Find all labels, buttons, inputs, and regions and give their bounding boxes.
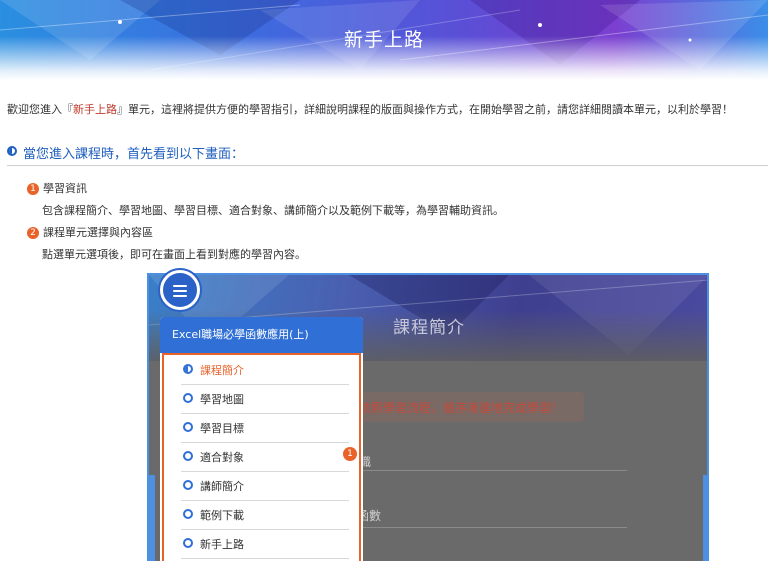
item-title: 學習資訊 bbox=[43, 182, 87, 195]
radio-icon bbox=[183, 509, 193, 519]
menu-item-label: 適合對象 bbox=[200, 451, 244, 464]
side-strip bbox=[149, 475, 155, 561]
menu-item-learning-goals[interactable]: 學習目標 bbox=[181, 413, 349, 443]
course-menu-list: 課程簡介 學習地圖 學習目標 適合對象 講師簡介 範例下載 新手上路 bbox=[162, 353, 361, 561]
section-heading-text: 當您進入課程時，首先看到以下畫面： bbox=[23, 147, 245, 162]
menu-item-downloads[interactable]: 範例下載 bbox=[181, 500, 349, 530]
radio-icon bbox=[183, 480, 193, 490]
menu-item-getting-started[interactable]: 新手上路 bbox=[181, 529, 349, 559]
side-strip bbox=[703, 475, 707, 561]
menu-item-label: 範例下載 bbox=[200, 509, 244, 522]
item-description: 包含課程簡介、學習地圖、學習目標、適合對象、講師簡介以及範例下載等，為學習輔助資… bbox=[42, 204, 504, 217]
menu-item-label: 新手上路 bbox=[200, 538, 244, 551]
menu-item-instructor[interactable]: 講師簡介 bbox=[181, 471, 349, 501]
menu-item-label: 講師簡介 bbox=[200, 480, 244, 493]
number-badge: 2 bbox=[27, 227, 39, 239]
course-menu-panel: Excel職場必學函數應用(上) 課程簡介 學習地圖 學習目標 適合對象 講師簡… bbox=[160, 317, 363, 561]
hamburger-icon bbox=[173, 285, 187, 300]
menu-item-label: 學習地圖 bbox=[200, 393, 244, 406]
section-bullet-icon bbox=[7, 146, 17, 156]
divider bbox=[357, 470, 627, 471]
intro-text: 歡迎您進入『新手上路』單元，這裡將提供方便的學習指引，詳細說明課程的版面與操作方… bbox=[7, 103, 733, 116]
info-item-2: 2 課程單元選擇與內容區 bbox=[27, 224, 153, 240]
notice-text: 依照學習流程，循序漸進地完成學習！ bbox=[359, 401, 564, 415]
radio-icon bbox=[183, 393, 193, 403]
radio-icon bbox=[183, 364, 193, 374]
menu-item-label: 學習目標 bbox=[200, 422, 244, 435]
radio-icon bbox=[183, 451, 193, 461]
menu-item-course-intro[interactable]: 課程簡介 bbox=[181, 355, 349, 385]
course-title: Excel職場必學函數應用(上) bbox=[160, 317, 363, 353]
radio-icon bbox=[183, 538, 193, 548]
menu-item-target-audience[interactable]: 適合對象 bbox=[181, 442, 349, 472]
info-item-1: 1 學習資訊 bbox=[27, 180, 87, 196]
intro-highlight: 新手上路 bbox=[73, 103, 117, 116]
header-banner: 新手上路 bbox=[0, 0, 768, 80]
item-title: 課程單元選擇與內容區 bbox=[43, 226, 153, 239]
screenshot-page-title: 課程簡介 bbox=[393, 318, 465, 338]
number-badge: 1 bbox=[27, 183, 39, 195]
menu-item-label: 課程簡介 bbox=[200, 364, 244, 377]
item-description: 點選單元選項後，即可在畫面上看到對應的學習內容。 bbox=[42, 248, 306, 261]
menu-item-learning-map[interactable]: 學習地圖 bbox=[181, 384, 349, 414]
divider bbox=[357, 527, 627, 528]
callout-badge: 1 bbox=[343, 447, 357, 461]
menu-button[interactable] bbox=[160, 270, 200, 310]
radio-icon bbox=[183, 422, 193, 432]
page-title: 新手上路 bbox=[343, 29, 424, 51]
section-heading: 當您進入課程時，首先看到以下畫面： bbox=[7, 143, 768, 166]
